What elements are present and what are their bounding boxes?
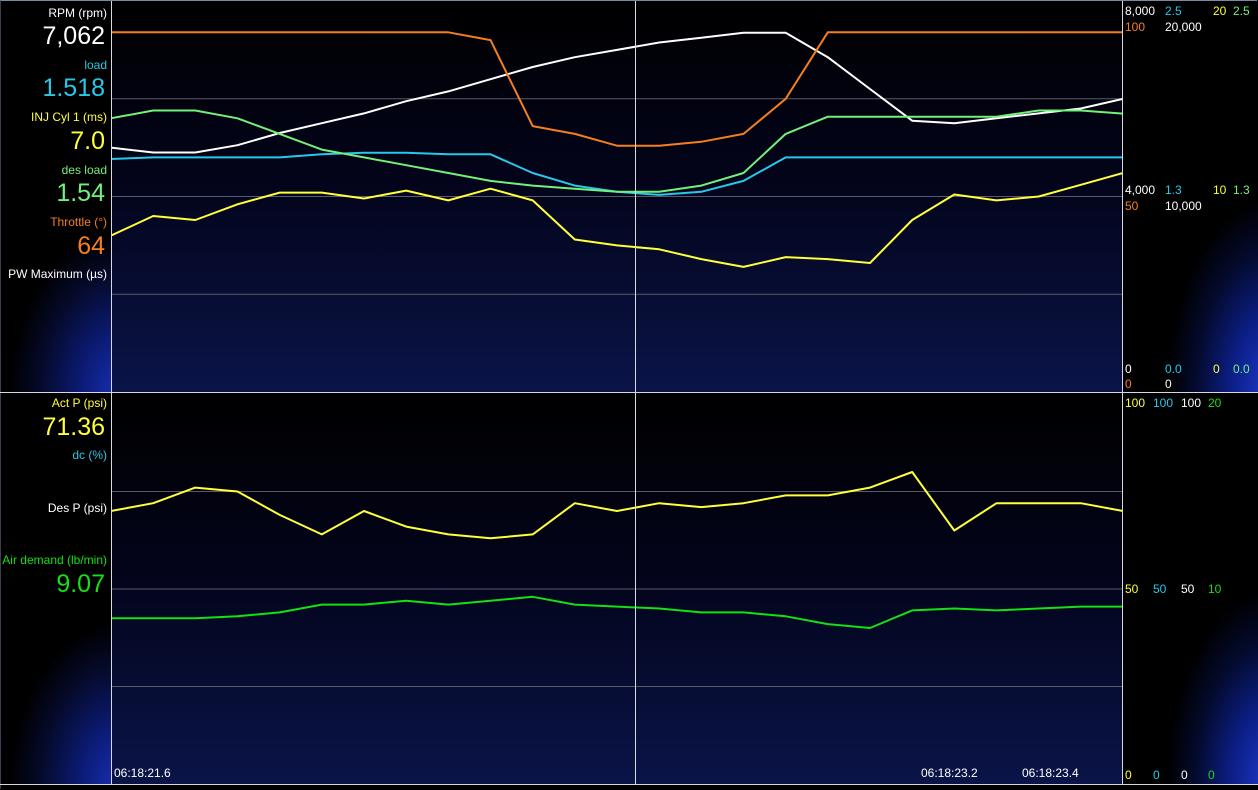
left-axis-divider bbox=[111, 1, 112, 785]
axis-dc-mid: 50 bbox=[1153, 582, 1167, 596]
top-axis-panel: 8,000 2.5 20 2.5 100 20,000 4,000 1.3 10… bbox=[1123, 1, 1258, 392]
series-rpm-line bbox=[111, 31, 1123, 154]
channel-value-inj: 7.0 bbox=[70, 127, 105, 155]
channel-value-rpm: 7,062 bbox=[42, 22, 105, 50]
axis-air-demand-mid: 10 bbox=[1208, 582, 1222, 596]
cursor-line[interactable] bbox=[635, 1, 636, 785]
series-air-demand-line bbox=[111, 595, 1123, 629]
axis-des-load-max: 2.5 bbox=[1233, 4, 1250, 18]
series-act-p-line bbox=[111, 471, 1123, 540]
right-axis-divider bbox=[1122, 1, 1123, 785]
timestamp-mid: 06:18:23.2 bbox=[921, 766, 978, 780]
axis-load-min: 0.0 bbox=[1165, 362, 1182, 376]
channel-label-load[interactable]: load bbox=[84, 58, 107, 72]
channel-label-pw-maximum[interactable]: PW Maximum (µs) bbox=[8, 267, 107, 281]
axis-load-mid: 1.3 bbox=[1165, 183, 1182, 197]
bottom-channel-list: Act P (psi) 71.36 dc (%) Des P (psi) Air… bbox=[1, 394, 111, 784]
axis-des-p-mid: 50 bbox=[1181, 582, 1195, 596]
channel-value-des-load: 1.54 bbox=[56, 179, 105, 207]
channel-label-act-p[interactable]: Act P (psi) bbox=[52, 396, 107, 410]
timestamp-start: 06:18:21.6 bbox=[114, 766, 171, 780]
bottom-chart-svg bbox=[111, 471, 1123, 687]
axis-rpm-max: 8,000 bbox=[1125, 4, 1156, 18]
axis-air-demand-max: 20 bbox=[1208, 396, 1222, 410]
axis-pw-mid: 10,000 bbox=[1165, 199, 1202, 213]
channel-value-act-p: 71.36 bbox=[42, 413, 105, 441]
axis-load-max: 2.5 bbox=[1165, 4, 1182, 18]
axis-des-load-min: 0.0 bbox=[1233, 362, 1250, 376]
channel-label-throttle[interactable]: Throttle (°) bbox=[50, 215, 107, 229]
axis-throttle-mid: 50 bbox=[1125, 199, 1139, 213]
channel-label-inj[interactable]: INJ Cyl 1 (ms) bbox=[31, 110, 107, 124]
axis-dc-max: 100 bbox=[1153, 396, 1174, 410]
axis-throttle-min: 0 bbox=[1125, 377, 1132, 391]
channel-label-des-load[interactable]: des load bbox=[62, 163, 107, 177]
axis-inj-mid: 10 bbox=[1213, 183, 1227, 197]
channel-value-throttle: 64 bbox=[77, 232, 105, 260]
top-chart-svg bbox=[111, 31, 1123, 295]
top-chart-area[interactable] bbox=[111, 1, 1123, 392]
axis-act-p-mid: 50 bbox=[1125, 582, 1139, 596]
axis-pw-min: 0 bbox=[1165, 377, 1172, 391]
axis-rpm-min: 0 bbox=[1125, 362, 1132, 376]
bottom-border bbox=[0, 784, 1258, 785]
axis-inj-min: 0 bbox=[1213, 362, 1220, 376]
axis-air-demand-min: 0 bbox=[1208, 768, 1215, 782]
axis-dc-min: 0 bbox=[1153, 768, 1160, 782]
bottom-chart-area[interactable]: 06:18:21.6 06:18:23.2 06:18:23.4 bbox=[111, 394, 1123, 784]
timestamp-end: 06:18:23.4 bbox=[1022, 766, 1079, 780]
bottom-axis-panel: 100 100 100 20 50 50 50 10 0 0 0 0 bbox=[1123, 394, 1258, 784]
axis-des-p-max: 100 bbox=[1181, 396, 1202, 410]
series-des-load-line bbox=[111, 109, 1123, 193]
series-load-line bbox=[111, 151, 1123, 196]
top-channel-list: RPM (rpm) 7,062 load 1.518 INJ Cyl 1 (ms… bbox=[1, 1, 111, 392]
channel-value-air-demand: 9.07 bbox=[56, 570, 105, 598]
channel-label-dc[interactable]: dc (%) bbox=[72, 448, 107, 462]
axis-des-p-min: 0 bbox=[1181, 768, 1188, 782]
series-inj-line bbox=[111, 172, 1123, 268]
axis-act-p-max: 100 bbox=[1125, 396, 1146, 410]
channel-label-des-p[interactable]: Des P (psi) bbox=[48, 501, 107, 515]
axis-des-load-mid: 1.3 bbox=[1233, 183, 1250, 197]
axis-pw-max: 20,000 bbox=[1165, 20, 1202, 34]
panel-divider[interactable] bbox=[0, 392, 1258, 393]
axis-throttle-max: 100 bbox=[1125, 20, 1146, 34]
channel-value-load: 1.518 bbox=[42, 74, 105, 102]
channel-label-rpm[interactable]: RPM (rpm) bbox=[48, 6, 107, 20]
axis-act-p-min: 0 bbox=[1125, 768, 1132, 782]
axis-rpm-mid: 4,000 bbox=[1125, 183, 1156, 197]
axis-inj-max: 20 bbox=[1213, 4, 1227, 18]
channel-label-air-demand[interactable]: Air demand (lb/min) bbox=[2, 553, 107, 567]
